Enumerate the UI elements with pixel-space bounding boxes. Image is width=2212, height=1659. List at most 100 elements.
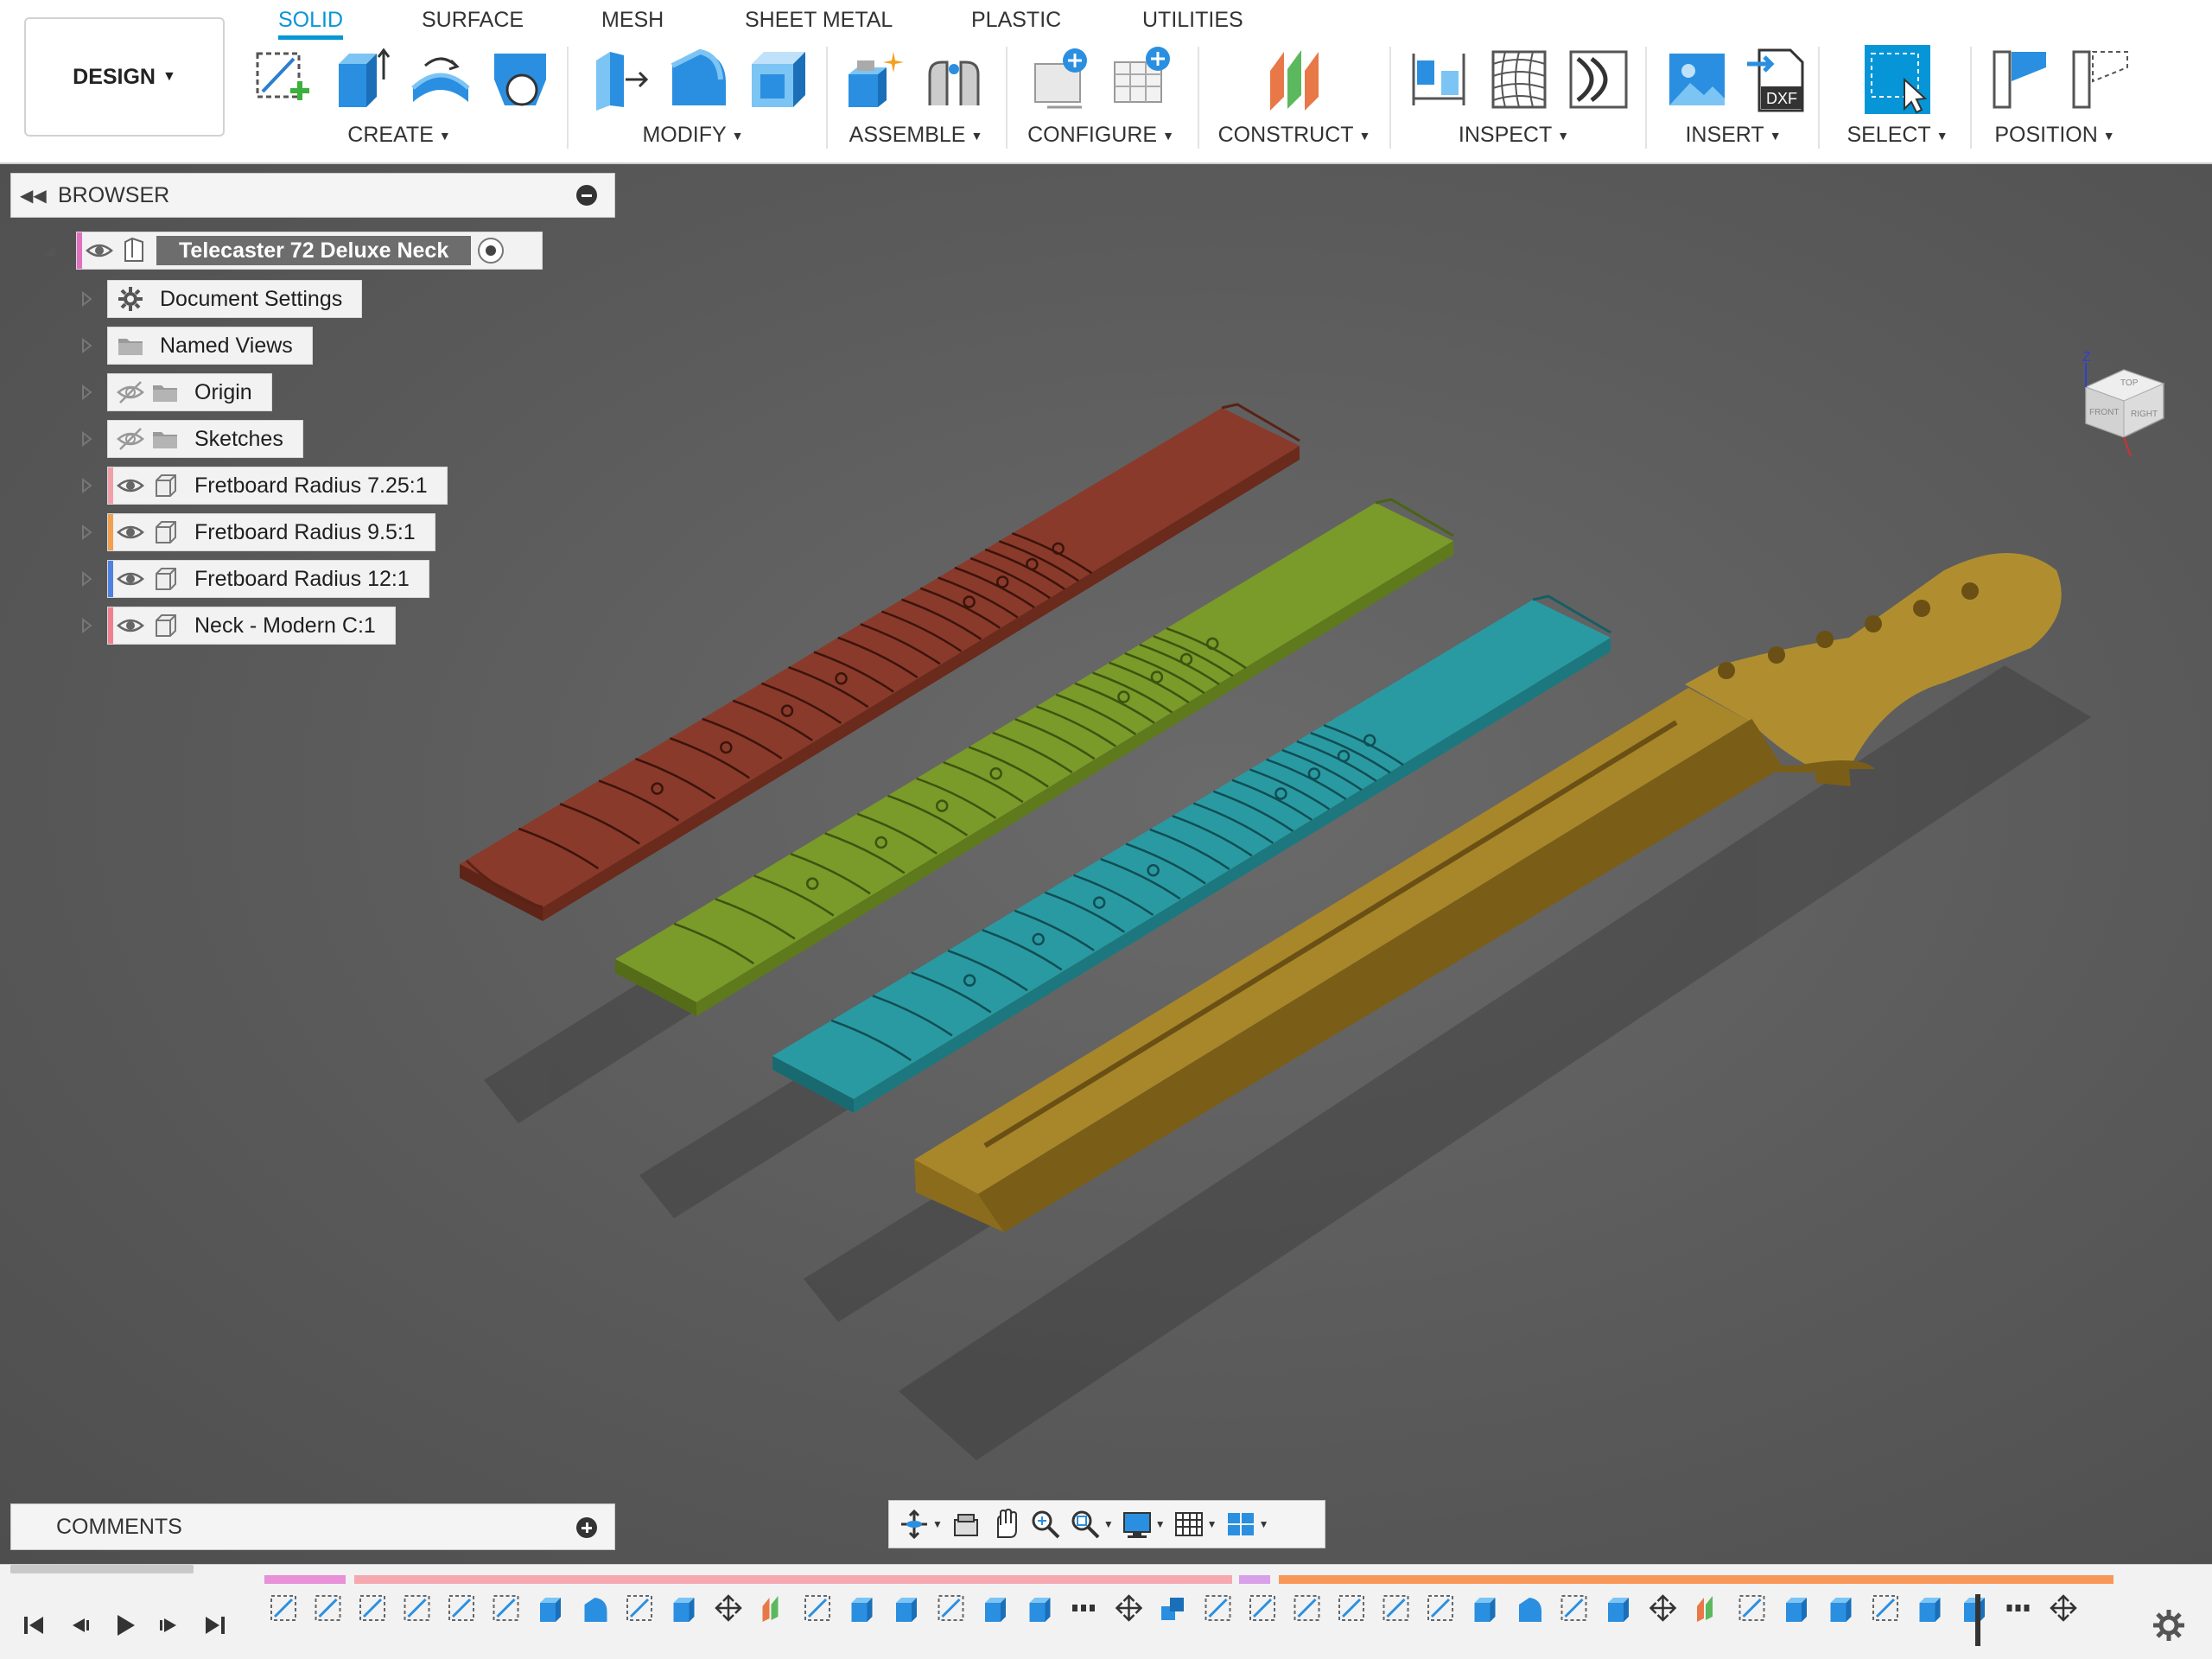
tab-solid[interactable]: SOLID: [278, 5, 344, 40]
timeline-extrude-icon[interactable]: [1474, 1598, 1496, 1622]
new-component-icon[interactable]: [843, 45, 909, 114]
timeline-pattern-icon[interactable]: [1072, 1605, 1095, 1611]
viewcube-face-top[interactable]: TOP: [2120, 378, 2139, 388]
orbit-icon[interactable]: ▼: [898, 1504, 943, 1544]
expand-root-icon[interactable]: [41, 242, 59, 259]
go-to-start-icon[interactable]: [17, 1608, 52, 1643]
look-at-icon[interactable]: [950, 1504, 982, 1544]
configuration-table-icon[interactable]: [1109, 45, 1175, 114]
timeline-sketch-icon[interactable]: [1249, 1595, 1275, 1621]
select-menu[interactable]: SELECT ▼: [1847, 123, 1948, 148]
capture-position-icon[interactable]: [1989, 45, 2055, 114]
expand-document-settings-icon[interactable]: [78, 290, 95, 308]
timeline-extrude-icon[interactable]: [896, 1598, 917, 1622]
timeline-fillet-icon[interactable]: [584, 1598, 607, 1622]
expand-fretboard-radius-12-1-icon[interactable]: [78, 570, 95, 588]
fit-icon[interactable]: ▼: [1069, 1504, 1114, 1544]
expand-neck-modern-c-1-icon[interactable]: [78, 617, 95, 634]
timeline-extrude-icon[interactable]: [1964, 1598, 1985, 1622]
configure-icon[interactable]: [1030, 45, 1096, 114]
expand-named-views-icon[interactable]: [78, 337, 95, 354]
timeline-sketch-icon[interactable]: [448, 1595, 474, 1621]
joint-icon[interactable]: [921, 45, 987, 114]
press-pull-icon[interactable]: [588, 45, 653, 114]
browser-item-document-settings[interactable]: Document Settings: [107, 280, 363, 318]
collapse-panel-icon[interactable]: ◀◀: [20, 185, 51, 207]
eye-icon[interactable]: [113, 515, 148, 550]
shell-icon[interactable]: [745, 45, 810, 114]
eye-icon[interactable]: [113, 562, 148, 596]
insert-menu[interactable]: INSERT ▼: [1685, 123, 1781, 148]
tab-plastic[interactable]: PLASTIC: [971, 5, 1061, 40]
browser-item-fretboard-radius-12-1[interactable]: Fretboard Radius 12:1: [107, 560, 429, 598]
timeline-marker[interactable]: [1975, 1594, 1980, 1646]
timeline-fillet-icon[interactable]: [1519, 1598, 1541, 1622]
timeline-extrude-icon[interactable]: [1786, 1598, 1807, 1622]
step-forward-icon[interactable]: [152, 1608, 187, 1643]
expand-fretboard-radius-9-5-1-icon[interactable]: [78, 524, 95, 541]
grid-icon[interactable]: ▼: [1173, 1504, 1217, 1544]
select-icon[interactable]: [1865, 45, 1930, 114]
zoom-icon[interactable]: [1029, 1504, 1062, 1544]
insert-dxf-icon[interactable]: DXF: [1744, 45, 1809, 114]
viewcube[interactable]: Z TOP FRONT RIGHT: [2074, 346, 2169, 475]
curvature-icon[interactable]: [1566, 45, 1631, 114]
timeline-track[interactable]: [264, 1575, 2122, 1656]
timeline-extrude-icon[interactable]: [1608, 1598, 1629, 1622]
timeline-sketch-icon[interactable]: [315, 1595, 341, 1621]
chevron-down-icon[interactable]: ▼: [1103, 1518, 1114, 1530]
revert-position-icon[interactable]: [2069, 45, 2134, 114]
model-scene[interactable]: [0, 164, 2212, 1564]
comments-panel[interactable]: COMMENTS: [10, 1503, 615, 1550]
step-back-icon[interactable]: [62, 1608, 97, 1643]
fillet-icon[interactable]: [665, 45, 731, 114]
timeline-move-icon[interactable]: [1115, 1594, 1143, 1622]
timeline-extrude-icon[interactable]: [1830, 1598, 1852, 1622]
assemble-menu[interactable]: ASSEMBLE ▼: [849, 123, 983, 148]
browser-item-fretboard-radius-7-25-1[interactable]: Fretboard Radius 7.25:1: [107, 467, 448, 505]
hole-icon[interactable]: [487, 45, 553, 114]
expand-origin-icon[interactable]: [78, 384, 95, 401]
create-menu[interactable]: CREATE ▼: [347, 123, 450, 148]
timeline-pattern-icon[interactable]: [2006, 1605, 2030, 1611]
browser-item-neck-modern-c-1[interactable]: Neck - Modern C:1: [107, 607, 396, 645]
chevron-down-icon[interactable]: ▼: [1207, 1518, 1217, 1530]
expand-sketches-icon[interactable]: [78, 430, 95, 448]
timeline-sketch-icon[interactable]: [1427, 1595, 1453, 1621]
browser-item-origin[interactable]: Origin: [107, 373, 272, 411]
timeline-sketch-icon[interactable]: [1560, 1595, 1587, 1621]
activate-component-radio[interactable]: [478, 238, 505, 264]
timeline-move-icon[interactable]: [2050, 1594, 2077, 1622]
eye-hidden-icon[interactable]: [113, 375, 148, 410]
timeline-settings-gear-icon[interactable]: [2152, 1608, 2186, 1643]
insert-canvas-icon[interactable]: [1664, 45, 1730, 114]
go-to-end-icon[interactable]: [197, 1608, 232, 1643]
timeline-extrude-icon[interactable]: [673, 1598, 695, 1622]
timeline-sketch-icon[interactable]: [1294, 1595, 1320, 1621]
tab-utilities[interactable]: UTILITIES: [1142, 5, 1243, 40]
construct-menu[interactable]: CONSTRUCT ▼: [1218, 123, 1371, 148]
tab-mesh[interactable]: MESH: [601, 5, 664, 40]
configure-menu[interactable]: CONFIGURE ▼: [1027, 123, 1174, 148]
eye-hidden-icon[interactable]: [113, 422, 148, 456]
browser-root-node[interactable]: Telecaster 72 Deluxe Neck: [76, 232, 543, 270]
timeline-plane-icon[interactable]: [1697, 1596, 1713, 1622]
add-comment-icon[interactable]: [576, 1517, 597, 1538]
chevron-down-icon[interactable]: ▼: [1155, 1518, 1166, 1530]
modify-menu[interactable]: MODIFY ▼: [642, 123, 743, 148]
timeline-sketch-icon[interactable]: [493, 1595, 519, 1621]
expand-fretboard-radius-7-25-1-icon[interactable]: [78, 477, 95, 494]
pan-icon[interactable]: [989, 1504, 1022, 1544]
timeline-scrollbar[interactable]: [10, 1565, 194, 1573]
play-icon[interactable]: [107, 1608, 142, 1643]
browser-item-fretboard-radius-9-5-1[interactable]: Fretboard Radius 9.5:1: [107, 513, 435, 551]
timeline-sketch-icon[interactable]: [938, 1595, 964, 1621]
timeline-sketch-icon[interactable]: [1205, 1595, 1231, 1621]
timeline-move-icon[interactable]: [715, 1594, 742, 1622]
timeline-move-icon[interactable]: [1649, 1594, 1677, 1622]
timeline-extrude-icon[interactable]: [1029, 1598, 1051, 1622]
viewcube-face-front[interactable]: FRONT: [2089, 408, 2119, 417]
timeline-sketch-icon[interactable]: [1382, 1595, 1409, 1621]
eye-icon[interactable]: [82, 233, 117, 268]
minimize-browser-icon[interactable]: [576, 185, 597, 206]
